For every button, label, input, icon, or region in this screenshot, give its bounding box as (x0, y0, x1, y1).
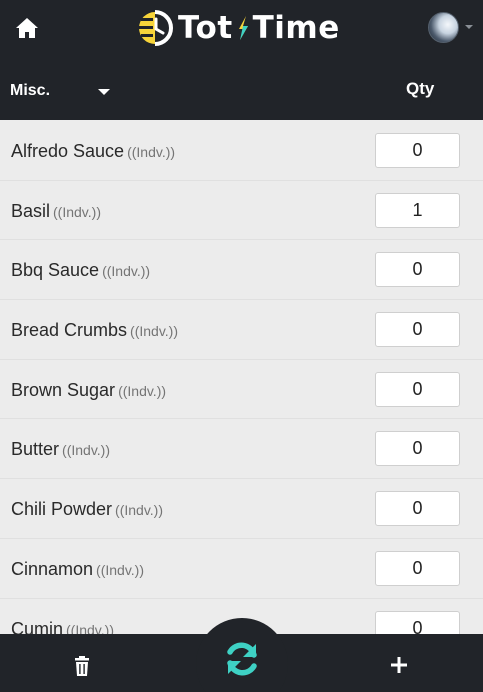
item-unit: ((Indv.)) (102, 263, 151, 280)
item-name: Bbq Sauce ((Indv.)) (11, 260, 150, 281)
item-name-text: Basil (11, 200, 51, 221)
quantity-input[interactable] (375, 133, 460, 168)
item-name: Alfredo Sauce ((Indv.)) (11, 141, 175, 162)
list-item: Brown Sugar ((Indv.)) (0, 360, 483, 420)
list-item: Bread Crumbs ((Indv.)) (0, 300, 483, 360)
item-unit: ((Indv.)) (130, 323, 179, 340)
chevron-down-icon (465, 25, 473, 29)
tot-time-logo: Tot Time (136, 9, 340, 47)
account-menu-button[interactable] (428, 11, 476, 43)
home-icon (16, 18, 38, 38)
quantity-input[interactable] (375, 610, 460, 634)
item-name-text: Bbq Sauce (11, 260, 100, 281)
refresh-icon (227, 642, 257, 676)
category-label: Misc. (10, 82, 51, 99)
list-item: Butter ((Indv.)) (0, 419, 483, 480)
item-name: Chili Powder ((Indv.)) (11, 499, 163, 520)
item-name: Butter ((Indv.)) (11, 439, 110, 460)
item-name-text: Alfredo Sauce (11, 141, 125, 161)
item-unit: ((Indv.)) (127, 144, 176, 160)
clock-logo-icon (139, 10, 173, 46)
item-unit: ((Indv.)) (96, 561, 145, 578)
avatar (428, 11, 459, 43)
quantity-input[interactable] (375, 431, 460, 467)
caret-down-icon (98, 89, 110, 95)
item-name: Bread Crumbs ((Indv.)) (11, 320, 178, 341)
list-item: Basil ((Indv.)) (0, 181, 483, 241)
item-name: Basil ((Indv.)) (11, 201, 101, 222)
logo-word-time: Time (252, 10, 340, 46)
item-name-text: Butter (11, 439, 60, 460)
list-item: Cinnamon ((Indv.)) (0, 539, 483, 599)
delete-button[interactable] (72, 655, 92, 677)
item-name-text: Cumin (11, 618, 64, 635)
item-name: Cinnamon ((Indv.)) (11, 559, 144, 580)
item-unit: ((Indv.)) (115, 502, 164, 519)
category-dropdown[interactable]: Misc. (10, 78, 114, 104)
add-button[interactable] (388, 654, 410, 676)
item-name-text: Chili Powder (11, 499, 113, 520)
quantity-input[interactable] (375, 371, 460, 407)
inventory-list[interactable]: Alfredo Sauce((Indv.)) Basil((Indv.)) Bb… (0, 121, 483, 634)
list-item: Chili Powder ((Indv.)) (0, 479, 483, 539)
item-name-text: Cinnamon (11, 558, 94, 579)
item-unit: ((Indv.)) (118, 382, 167, 399)
trash-icon (75, 656, 89, 676)
qty-column-header: Qty (406, 79, 435, 98)
quantity-input[interactable] (375, 312, 460, 348)
quantity-input[interactable] (375, 491, 460, 527)
item-name: Cumin ((Indv.)) (11, 619, 114, 635)
quantity-input[interactable] (375, 192, 460, 228)
quantity-input[interactable] (375, 550, 460, 586)
item-unit: ((Indv.)) (66, 621, 114, 635)
plus-icon (391, 657, 407, 673)
home-button[interactable] (14, 15, 40, 41)
item-unit: ((Indv.)) (53, 203, 101, 220)
top-app-bar: Tot Time Misc. Qty (0, 0, 483, 120)
item-name-text: Brown Sugar (11, 379, 116, 400)
list-item: Bbq Sauce ((Indv.)) (0, 240, 483, 301)
item-name: Brown Sugar ((Indv.)) (11, 380, 166, 401)
quantity-input[interactable] (375, 252, 460, 288)
item-name-text: Bread Crumbs (11, 320, 128, 341)
list-item: Alfredo Sauce ((Indv.)) (0, 121, 483, 181)
bolt-icon (238, 16, 248, 40)
logo-word-tot: Tot (178, 10, 233, 46)
item-unit: ((Indv.)) (62, 442, 110, 459)
